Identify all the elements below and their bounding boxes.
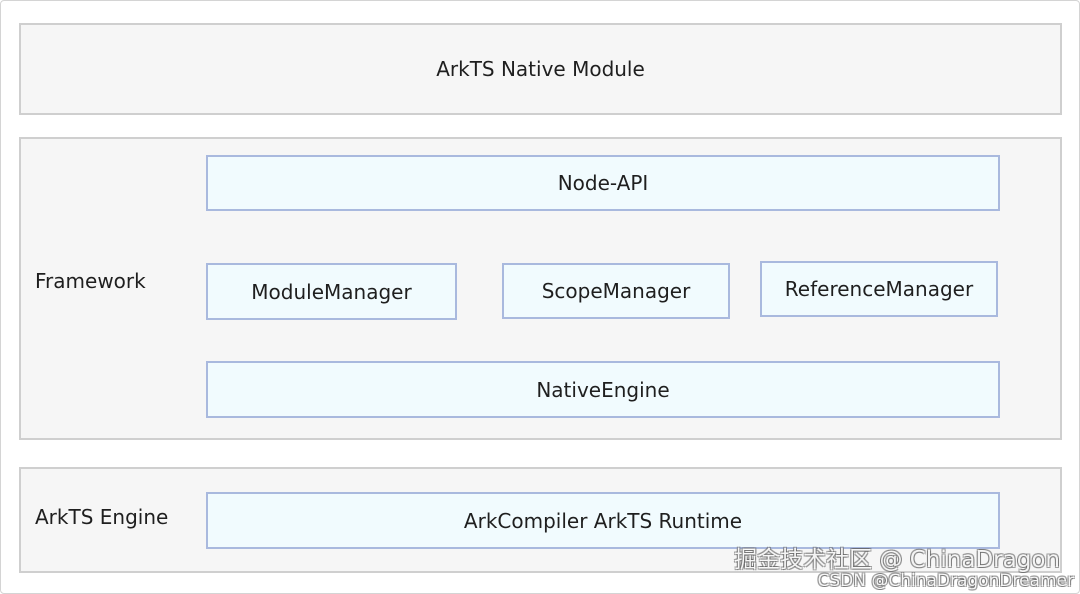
node-api-box: Node-API: [206, 155, 1000, 211]
reference-manager-box: ReferenceManager: [760, 261, 998, 317]
framework-label: Framework: [35, 269, 146, 293]
arkts-native-module-layer: ArkTS Native Module: [19, 23, 1062, 115]
watermark-csdn: CSDN @ChinaDragonDreamer: [817, 571, 1075, 591]
native-engine-box: NativeEngine: [206, 361, 1000, 418]
arkts-engine-label: ArkTS Engine: [35, 505, 169, 529]
scope-manager-box: ScopeManager: [502, 263, 730, 319]
module-manager-box: ModuleManager: [206, 263, 457, 320]
watermark-juejin: 掘金技术社区 @ ChinaDragon: [734, 547, 1060, 573]
arkts-native-module-title: ArkTS Native Module: [436, 57, 645, 81]
